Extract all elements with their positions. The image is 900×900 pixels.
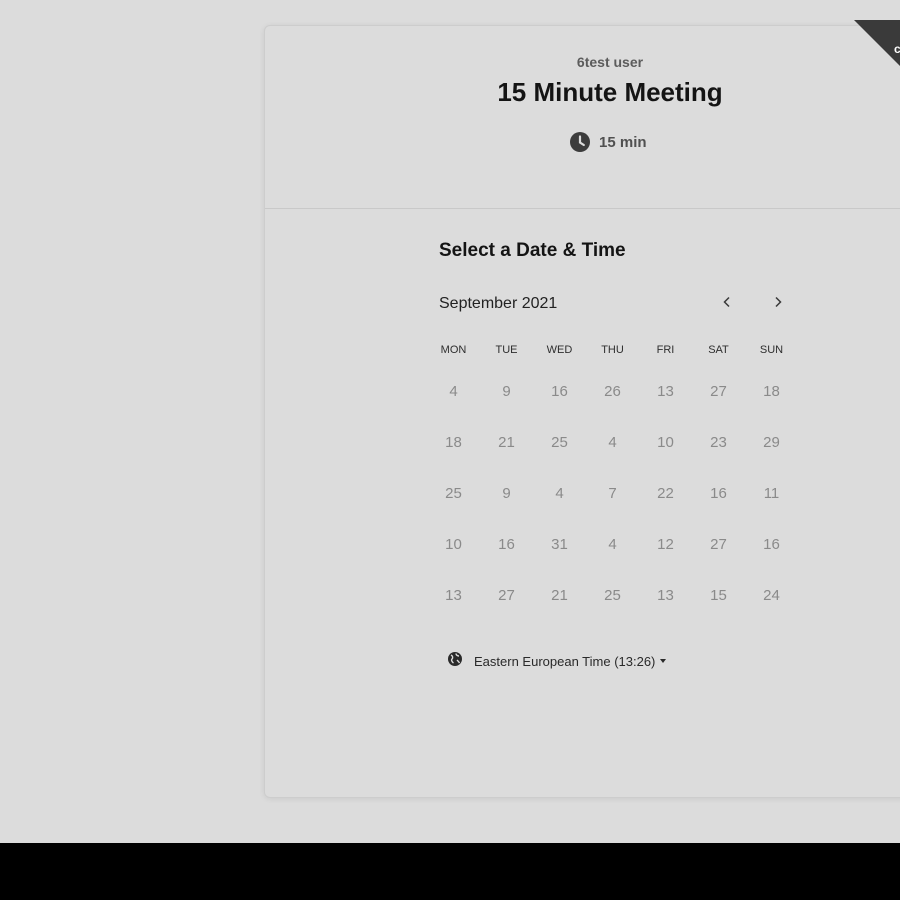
calendar-day: 4: [608, 536, 617, 553]
calendar-day: 21: [551, 587, 568, 604]
calendar-day: 27: [710, 383, 727, 400]
calendar-day: 4: [608, 434, 617, 451]
calendar-day: 13: [657, 587, 674, 604]
calendar-day: 23: [710, 434, 727, 451]
calendar-day: 22: [657, 485, 674, 502]
duration-label: 15 min: [599, 133, 647, 151]
calendar-day: 4: [449, 383, 458, 400]
month-label: September 2021: [439, 295, 558, 312]
calendar-day: 7: [608, 485, 617, 502]
next-month-button[interactable]: [764, 290, 792, 318]
calendar-day: 15: [710, 587, 727, 604]
booking-card: 6test user 15 Minute Meeting 15 min Sele…: [264, 25, 900, 798]
calendar-day: 18: [763, 383, 780, 400]
event-duration: 15 min: [570, 132, 647, 152]
section-title: Select a Date & Time: [439, 240, 626, 261]
calendar-day: 16: [710, 485, 727, 502]
calendar-day: 25: [551, 434, 568, 451]
weekday-header: MON TUE WED THU FRI SAT SUN: [427, 344, 799, 356]
calendar-day: 26: [604, 383, 621, 400]
calendar-day: 9: [502, 383, 511, 400]
timezone-selector[interactable]: Eastern European Time (13:26): [447, 651, 667, 672]
calendar-day: 11: [763, 485, 780, 502]
calendar-day: 4: [555, 485, 564, 502]
booking-page: 6test user 15 Minute Meeting 15 min Sele…: [0, 0, 900, 843]
calendar-day: 12: [657, 536, 674, 553]
caret-down-icon: [660, 659, 667, 663]
calendar-day: 16: [498, 536, 515, 553]
corner-badge[interactable]: c: [854, 20, 900, 80]
calendar-day: 16: [763, 536, 780, 553]
event-details-header: 6test user 15 Minute Meeting 15 min: [265, 26, 900, 209]
calendar-day: 27: [710, 536, 727, 553]
calendar-day: 25: [445, 485, 462, 502]
calendar-day: 29: [763, 434, 780, 451]
bottom-black-bar: [0, 843, 900, 900]
calendar-day: 18: [445, 434, 462, 451]
calendar-day: 21: [498, 434, 515, 451]
calendar-day: 10: [445, 536, 462, 553]
weekday-label: SUN: [759, 344, 784, 356]
corner-badge-glyph: c: [894, 42, 900, 56]
event-title: 15 Minute Meeting: [497, 77, 723, 107]
weekday-label: MON: [440, 344, 467, 356]
calendar-grid: 4 9 16 26 13 27 18 18 21 25 4 10 23 29 25 9 4 7 22 16 11 10 16…: [427, 366, 799, 621]
calendar-day: 13: [445, 587, 462, 604]
calendar-day: 25: [604, 587, 621, 604]
calendar-day: 27: [498, 587, 515, 604]
weekday-label: WED: [546, 344, 573, 356]
calendar-day: 9: [502, 485, 511, 502]
weekday-label: TUE: [495, 344, 518, 356]
host-name: 6test user: [576, 54, 644, 70]
chevron-left-icon: [722, 295, 732, 313]
previous-month-button[interactable]: [713, 290, 741, 318]
weekday-label: FRI: [656, 344, 675, 356]
clock-icon: [570, 132, 590, 152]
calendar-day: 31: [551, 536, 568, 553]
weekday-label: THU: [601, 344, 624, 356]
weekday-label: SAT: [708, 344, 729, 356]
globe-icon: [447, 651, 463, 672]
calendar-day: 10: [657, 434, 674, 451]
timezone-label: Eastern European Time (13:26): [474, 653, 656, 669]
chevron-right-icon: [773, 295, 783, 313]
calendar-day: 16: [551, 383, 568, 400]
calendar-day: 13: [657, 383, 674, 400]
calendar-day: 24: [763, 587, 780, 604]
